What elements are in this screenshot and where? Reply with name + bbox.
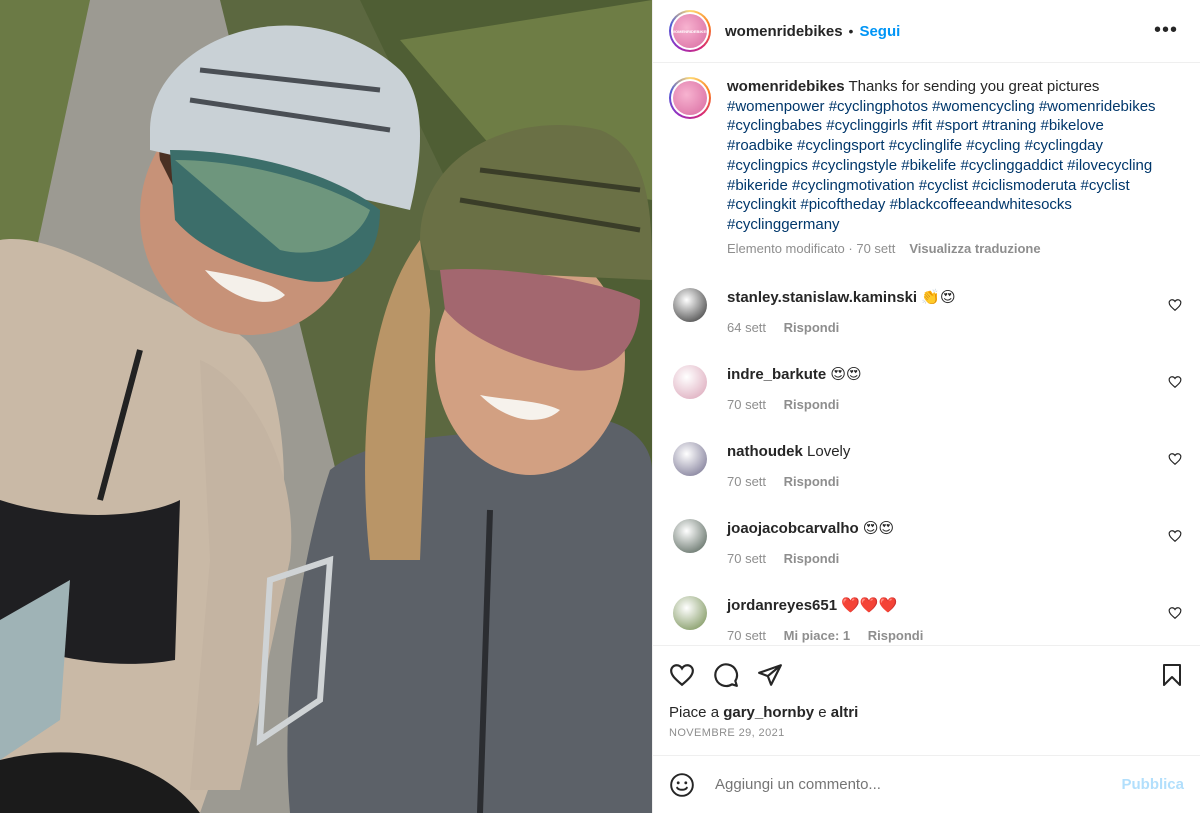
comment-heart-icon[interactable] [1168, 298, 1182, 312]
comment-username[interactable]: joaojacobcarvalho [727, 520, 859, 537]
comment-body: nathoudek Lovely 70 sett Rispondi [727, 442, 853, 489]
comment-time[interactable]: 70 sett [727, 551, 766, 566]
publish-button[interactable]: Pubblica [1121, 776, 1184, 793]
post-modal: WOMENRIDEBIKES womenridebikes • Segui ••… [0, 0, 1200, 813]
comment-username[interactable]: stanley.stanislaw.kaminski [727, 289, 917, 306]
comment-item: joaojacobcarvalho 😍😍 70 sett Rispondi [669, 519, 1184, 566]
likes-others[interactable]: altri [831, 704, 859, 721]
post-photo[interactable] [0, 0, 652, 813]
comment-avatar[interactable] [673, 596, 707, 631]
reply-button[interactable]: Rispondi [784, 320, 840, 335]
comment-username[interactable]: jordanreyes651 [727, 597, 837, 614]
author-username[interactable]: womenridebikes [725, 23, 843, 40]
more-icon[interactable]: ••• [1154, 20, 1178, 40]
separator-dot: • [848, 23, 854, 39]
caption-text-block: womenridebikes Thanks for sending you gr… [727, 77, 1157, 258]
caption-author[interactable]: womenridebikes [727, 78, 845, 95]
comment-text: 😍😍 [830, 366, 862, 384]
share-icon[interactable] [757, 662, 783, 688]
translate-button[interactable]: Visualizza traduzione [909, 241, 1040, 256]
comment-text: 👏😍 [921, 289, 956, 307]
emoji-icon[interactable] [669, 772, 695, 798]
reply-button[interactable]: Rispondi [868, 628, 924, 643]
comment-item: stanley.stanislaw.kaminski 👏😍 64 sett Ri… [669, 288, 1184, 335]
comment-time[interactable]: 64 sett [727, 320, 766, 335]
bookmark-icon[interactable] [1160, 662, 1184, 688]
comment-time[interactable]: 70 sett [727, 474, 766, 489]
comment-avatar[interactable] [673, 365, 707, 400]
reply-button[interactable]: Rispondi [784, 474, 840, 489]
comment-likes[interactable]: Mi piace: 1 [784, 628, 850, 643]
author-avatar[interactable]: WOMENRIDEBIKES [669, 10, 711, 52]
reply-button[interactable]: Rispondi [784, 397, 840, 412]
comment-text: 😍😍 [862, 520, 895, 538]
post-header: WOMENRIDEBIKES womenridebikes • Segui ••… [653, 0, 1200, 63]
add-comment-bar: Pubblica [653, 755, 1200, 813]
heart-icon[interactable] [669, 662, 695, 688]
comment-heart-icon[interactable] [1168, 606, 1182, 620]
avatar-text: WOMENRIDEBIKES [671, 14, 709, 48]
likes-conj: e [818, 704, 827, 721]
action-bar: Piace a gary_hornby e altri NOVEMBRE 29,… [653, 645, 1200, 755]
comment-username[interactable]: nathoudek [727, 443, 803, 460]
post-panel: WOMENRIDEBIKES womenridebikes • Segui ••… [652, 0, 1200, 813]
comment-input[interactable] [715, 776, 1122, 793]
comment-time[interactable]: 70 sett [727, 397, 766, 412]
reply-button[interactable]: Rispondi [784, 551, 840, 566]
comment-username[interactable]: indre_barkute [727, 366, 826, 383]
comment-body: joaojacobcarvalho 😍😍 70 sett Rispondi [727, 519, 894, 566]
caption-meta-text: Elemento modificato · 70 sett [727, 240, 896, 256]
follow-button[interactable]: Segui [859, 23, 900, 40]
likes-prefix: Piace a [669, 704, 720, 721]
comment-body: indre_barkute 😍😍 70 sett Rispondi [727, 365, 862, 412]
photo-illustration [0, 0, 652, 813]
comment-list: stanley.stanislaw.kaminski 👏😍 64 sett Ri… [669, 288, 1184, 643]
comment-item: indre_barkute 😍😍 70 sett Rispondi [669, 365, 1184, 412]
caption: womenridebikes Thanks for sending you gr… [669, 77, 1184, 258]
comment-text: ❤️❤️❤️ [841, 597, 898, 615]
comment-body: jordanreyes651 ❤️❤️❤️ 70 sett Mi piace: … [727, 596, 937, 643]
likes-summary: Piace a gary_hornby e altri [669, 704, 1184, 721]
comment-text: Lovely [807, 443, 851, 461]
comment-icon[interactable] [713, 662, 739, 688]
caption-avatar[interactable] [669, 77, 711, 119]
caption-text: Thanks for sending you great pictures [848, 78, 1100, 95]
likes-user[interactable]: gary_hornby [723, 704, 814, 721]
comment-heart-icon[interactable] [1168, 375, 1182, 389]
comment-time[interactable]: 70 sett [727, 628, 766, 643]
comment-avatar[interactable] [673, 442, 707, 477]
comment-item: jordanreyes651 ❤️❤️❤️ 70 sett Mi piace: … [669, 596, 1184, 643]
caption-hashtags[interactable]: #womenpower #cyclingphotos #womencycling… [727, 98, 1156, 233]
comment-heart-icon[interactable] [1168, 452, 1182, 466]
comment-avatar[interactable] [673, 519, 707, 554]
comments-scroll[interactable]: womenridebikes Thanks for sending you gr… [653, 63, 1200, 645]
post-date[interactable]: NOVEMBRE 29, 2021 [669, 727, 1184, 739]
comment-avatar[interactable] [673, 288, 707, 323]
caption-meta: Elemento modificato · 70 sett Visualizza … [727, 239, 1157, 259]
comment-heart-icon[interactable] [1168, 529, 1182, 543]
comment-body: stanley.stanislaw.kaminski 👏😍 64 sett Ri… [727, 288, 956, 335]
comment-item: nathoudek Lovely 70 sett Rispondi [669, 442, 1184, 489]
